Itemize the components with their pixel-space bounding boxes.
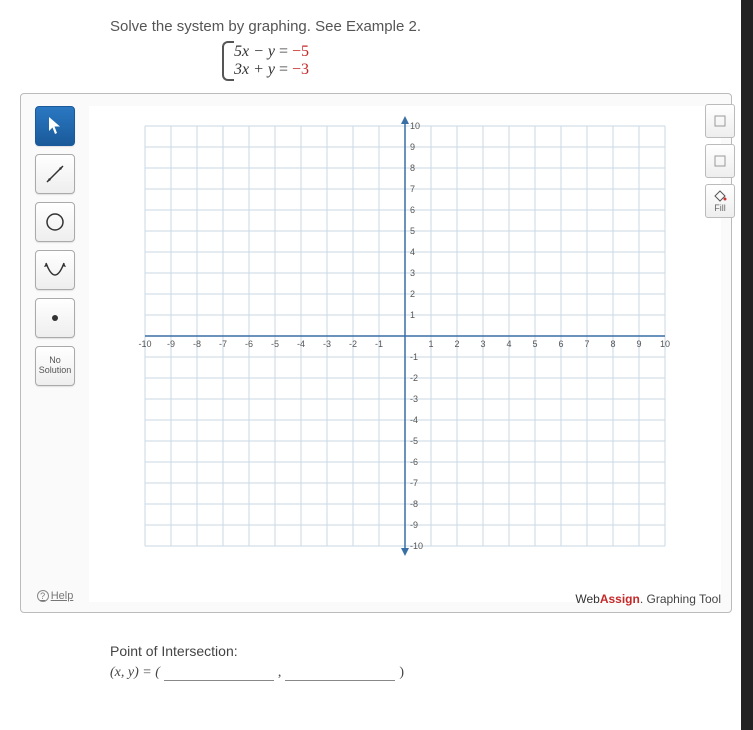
svg-text:1: 1	[410, 310, 415, 320]
right-tool-1[interactable]	[705, 104, 735, 138]
svg-text:-8: -8	[410, 499, 418, 509]
tool-palette: No Solution ? Help	[31, 106, 79, 602]
svg-text:-6: -6	[410, 457, 418, 467]
svg-text:-3: -3	[323, 339, 331, 349]
answer-x-input[interactable]	[164, 665, 274, 681]
svg-text:10: 10	[660, 339, 670, 349]
svg-text:-3: -3	[410, 394, 418, 404]
point-tool[interactable]	[35, 298, 75, 338]
instruction-text: Solve the system by graphing. See Exampl…	[110, 18, 733, 35]
tool-icon	[713, 114, 727, 128]
svg-text:8: 8	[410, 163, 415, 173]
no-solution-tool[interactable]: No Solution	[35, 346, 75, 386]
line-icon	[44, 163, 66, 185]
fill-tool[interactable]: Fill	[705, 184, 735, 218]
svg-text:3: 3	[480, 339, 485, 349]
svg-text:9: 9	[410, 142, 415, 152]
coordinate-grid: -10 -9 -8 -7 -6 -5 -4 -3 -2 -1 1 2 3 4 5 6 7 8 9 10 -10 -9 -8 -…	[89, 106, 721, 566]
graph-area[interactable]: -10 -9 -8 -7 -6 -5 -4 -3 -2 -1 1 2 3 4 5 6 7 8 9 10 -10 -9 -8 -…	[89, 106, 721, 602]
svg-text:-6: -6	[245, 339, 253, 349]
svg-text:10: 10	[410, 121, 420, 131]
svg-text:1: 1	[428, 339, 433, 349]
svg-text:2: 2	[454, 339, 459, 349]
right-tool-column: Fill	[705, 104, 735, 218]
bucket-icon	[713, 190, 727, 202]
answer-section: Point of Intersection: (x, y) = ( , )	[110, 643, 733, 681]
svg-text:-5: -5	[271, 339, 279, 349]
answer-y-input[interactable]	[285, 665, 395, 681]
svg-text:-10: -10	[138, 339, 151, 349]
answer-row: (x, y) = ( , )	[110, 665, 733, 681]
tool-icon	[713, 154, 727, 168]
svg-text:9: 9	[636, 339, 641, 349]
answer-close: )	[399, 665, 404, 681]
branding-text: WebAssign. Graphing Tool	[575, 592, 721, 606]
svg-text:-9: -9	[167, 339, 175, 349]
svg-text:-2: -2	[410, 373, 418, 383]
answer-heading: Point of Intersection:	[110, 643, 733, 659]
svg-text:-2: -2	[349, 339, 357, 349]
svg-text:-5: -5	[410, 436, 418, 446]
cursor-tool[interactable]	[35, 106, 75, 146]
svg-text:-9: -9	[410, 520, 418, 530]
point-icon	[50, 313, 60, 323]
answer-label: (x, y) = (	[110, 665, 160, 681]
help-link[interactable]: ? Help	[37, 590, 74, 602]
svg-text:6: 6	[558, 339, 563, 349]
svg-text:-4: -4	[410, 415, 418, 425]
svg-text:-7: -7	[219, 339, 227, 349]
parabola-tool[interactable]	[35, 250, 75, 290]
answer-comma: ,	[278, 665, 282, 681]
svg-text:-1: -1	[375, 339, 383, 349]
no-solution-label-2: Solution	[39, 366, 72, 376]
svg-text:-10: -10	[410, 541, 423, 551]
svg-text:-1: -1	[410, 352, 418, 362]
equation-2: 3x + y = −3	[234, 61, 733, 79]
circle-icon	[44, 211, 66, 233]
svg-text:-4: -4	[297, 339, 305, 349]
svg-text:4: 4	[410, 247, 415, 257]
help-label: Help	[51, 590, 74, 602]
circle-tool[interactable]	[35, 202, 75, 242]
svg-text:8: 8	[610, 339, 615, 349]
graphing-tool-panel: No Solution ? Help -10-9-8-7-6-5-4-3-2-1…	[20, 93, 732, 613]
system-of-equations: 5x − y = −5 3x + y = −3	[220, 43, 733, 79]
svg-text:5: 5	[410, 226, 415, 236]
svg-text:6: 6	[410, 205, 415, 215]
svg-text:7: 7	[410, 184, 415, 194]
svg-text:2: 2	[410, 289, 415, 299]
parabola-icon	[43, 259, 67, 281]
svg-text:5: 5	[532, 339, 537, 349]
svg-text:-7: -7	[410, 478, 418, 488]
line-tool[interactable]	[35, 154, 75, 194]
svg-text:7: 7	[584, 339, 589, 349]
equation-1: 5x − y = −5	[234, 43, 733, 61]
svg-text:4: 4	[506, 339, 511, 349]
right-tool-2[interactable]	[705, 144, 735, 178]
help-icon: ?	[37, 590, 49, 602]
svg-text:3: 3	[410, 268, 415, 278]
svg-text:-8: -8	[193, 339, 201, 349]
fill-label: Fill	[714, 203, 726, 213]
cursor-icon	[47, 116, 63, 136]
